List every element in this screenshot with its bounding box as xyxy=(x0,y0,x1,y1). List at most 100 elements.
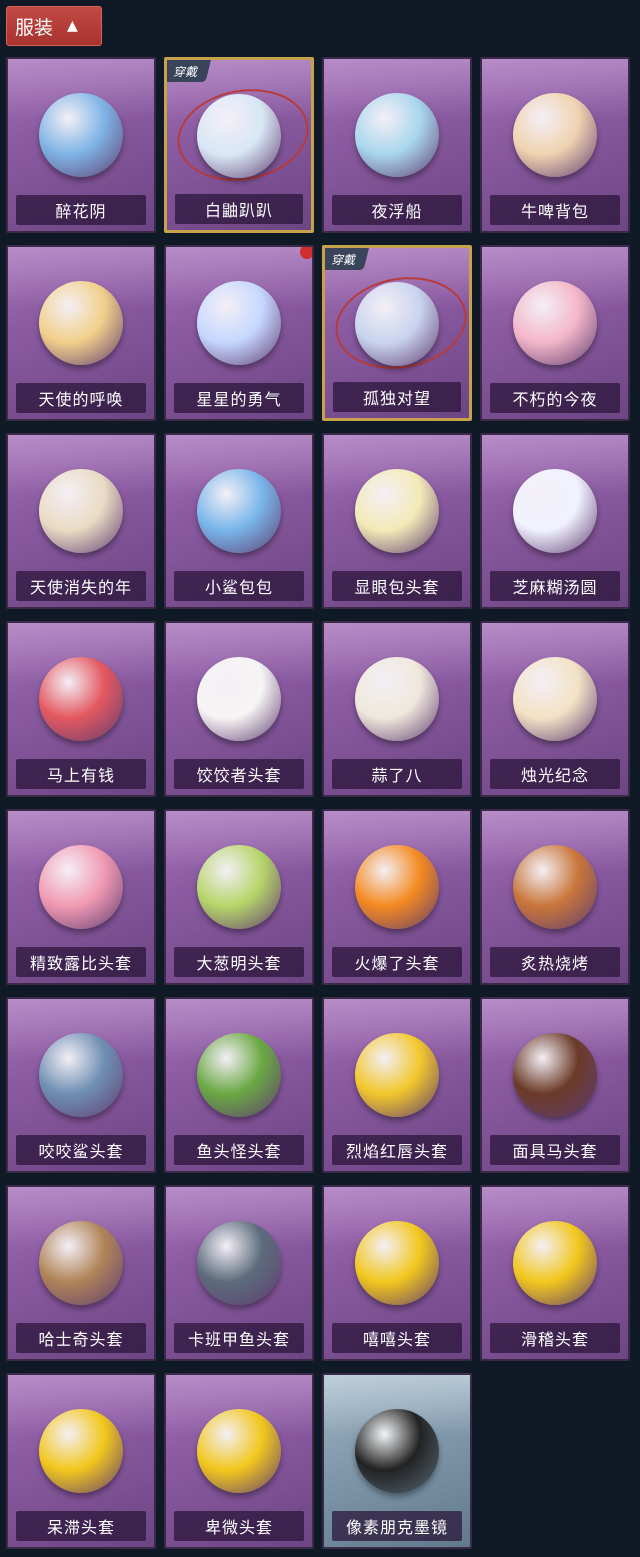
item-image xyxy=(193,1397,285,1505)
item-card[interactable]: 不朽的今夜 xyxy=(480,245,630,421)
item-image xyxy=(35,1209,127,1317)
worn-tag: 穿戴 xyxy=(167,60,211,82)
item-card[interactable]: 火爆了头套 xyxy=(322,809,472,985)
item-image xyxy=(351,833,443,941)
item-card[interactable]: 饺饺者头套 xyxy=(164,621,314,797)
item-image xyxy=(35,833,127,941)
item-name: 嘻嘻头套 xyxy=(332,1323,462,1353)
item-card[interactable]: 烛光纪念 xyxy=(480,621,630,797)
item-card[interactable]: 嘻嘻头套 xyxy=(322,1185,472,1361)
item-icon xyxy=(513,657,597,741)
item-card[interactable]: 滑稽头套 xyxy=(480,1185,630,1361)
item-card[interactable]: 牛啤背包 xyxy=(480,57,630,233)
item-name: 天使消失的年 xyxy=(16,571,146,601)
item-name: 火爆了头套 xyxy=(332,947,462,977)
item-name: 醉花阴 xyxy=(16,195,146,225)
item-card[interactable]: 卑微头套 xyxy=(164,1373,314,1549)
item-card[interactable]: 鱼头怪头套 xyxy=(164,997,314,1173)
item-image xyxy=(193,1209,285,1317)
item-image xyxy=(509,1021,601,1129)
item-name: 天使的呼唤 xyxy=(16,383,146,413)
item-card[interactable]: 醉花阴 xyxy=(6,57,156,233)
item-name: 白鼬趴趴 xyxy=(175,194,303,224)
item-name: 小鲨包包 xyxy=(174,571,304,601)
item-card[interactable]: 蒜了八 xyxy=(322,621,472,797)
item-name: 星星的勇气 xyxy=(174,383,304,413)
item-card[interactable]: 咬咬鲨头套 xyxy=(6,997,156,1173)
item-icon xyxy=(39,1409,123,1493)
item-card[interactable]: 小鲨包包 xyxy=(164,433,314,609)
item-icon xyxy=(39,1221,123,1305)
new-badge-dot xyxy=(300,247,312,259)
item-image xyxy=(351,81,443,189)
item-image xyxy=(35,645,127,753)
item-name: 不朽的今夜 xyxy=(490,383,620,413)
outfit-category-tab[interactable]: 服装 ▲ xyxy=(6,6,102,46)
item-card[interactable]: 卡班甲鱼头套 xyxy=(164,1185,314,1361)
item-card[interactable]: 精致露比头套 xyxy=(6,809,156,985)
item-card[interactable]: 芝麻糊汤圆 xyxy=(480,433,630,609)
item-image xyxy=(351,1021,443,1129)
item-icon xyxy=(355,1033,439,1117)
item-icon xyxy=(197,1221,281,1305)
chevron-up-icon: ▲ xyxy=(67,18,78,34)
item-card[interactable]: 显眼包头套 xyxy=(322,433,472,609)
item-card[interactable]: 呆滞头套 xyxy=(6,1373,156,1549)
item-name: 面具马头套 xyxy=(490,1135,620,1165)
item-name: 饺饺者头套 xyxy=(174,759,304,789)
item-name: 卡班甲鱼头套 xyxy=(174,1323,304,1353)
item-name: 显眼包头套 xyxy=(332,571,462,601)
item-icon xyxy=(197,657,281,741)
item-image xyxy=(35,81,127,189)
item-card[interactable]: 穿戴白鼬趴趴 xyxy=(164,57,314,233)
item-icon xyxy=(355,282,439,366)
item-icon xyxy=(39,1033,123,1117)
item-card[interactable]: 面具马头套 xyxy=(480,997,630,1173)
item-name: 炙热烧烤 xyxy=(490,947,620,977)
item-icon xyxy=(513,281,597,365)
item-name: 卑微头套 xyxy=(174,1511,304,1541)
item-icon xyxy=(513,1221,597,1305)
item-card[interactable]: 哈士奇头套 xyxy=(6,1185,156,1361)
item-card[interactable]: 大葱明头套 xyxy=(164,809,314,985)
item-card[interactable]: 马上有钱 xyxy=(6,621,156,797)
item-icon xyxy=(39,469,123,553)
item-image xyxy=(193,833,285,941)
item-icon xyxy=(197,281,281,365)
item-image xyxy=(509,1209,601,1317)
worn-tag: 穿戴 xyxy=(325,248,369,270)
item-card[interactable]: 炙热烧烤 xyxy=(480,809,630,985)
category-title: 服装 xyxy=(15,16,54,39)
item-image xyxy=(509,81,601,189)
item-name: 芝麻糊汤圆 xyxy=(490,571,620,601)
item-card[interactable]: 天使消失的年 xyxy=(6,433,156,609)
item-image xyxy=(351,1397,443,1505)
item-card[interactable]: 夜浮船 xyxy=(322,57,472,233)
item-image xyxy=(351,270,443,378)
item-card[interactable]: 星星的勇气 xyxy=(164,245,314,421)
item-card[interactable]: 像素朋克墨镜 xyxy=(322,1373,472,1549)
item-grid: 醉花阴 穿戴 白鼬趴趴 夜浮船 牛啤背包 天使的呼唤 星星的勇气 穿戴 孤独对望 不朽的今夜 天使消… xyxy=(6,57,630,1549)
item-image xyxy=(35,1397,127,1505)
item-icon xyxy=(355,93,439,177)
item-card[interactable]: 穿戴 孤独对望 xyxy=(322,245,472,421)
item-icon xyxy=(197,94,281,178)
item-image xyxy=(193,645,285,753)
item-name: 蒜了八 xyxy=(332,759,462,789)
item-icon xyxy=(513,1033,597,1117)
item-icon xyxy=(39,281,123,365)
item-name: 哈士奇头套 xyxy=(16,1323,146,1353)
item-card[interactable]: 烈焰红唇头套 xyxy=(322,997,472,1173)
item-name: 牛啤背包 xyxy=(490,195,620,225)
item-image xyxy=(193,82,285,190)
item-image xyxy=(35,1021,127,1129)
item-icon xyxy=(355,1221,439,1305)
item-name: 烈焰红唇头套 xyxy=(332,1135,462,1165)
item-name: 滑稽头套 xyxy=(490,1323,620,1353)
item-image xyxy=(35,457,127,565)
item-icon xyxy=(197,469,281,553)
item-image xyxy=(35,269,127,377)
item-card[interactable]: 天使的呼唤 xyxy=(6,245,156,421)
item-image xyxy=(351,457,443,565)
item-icon xyxy=(355,845,439,929)
